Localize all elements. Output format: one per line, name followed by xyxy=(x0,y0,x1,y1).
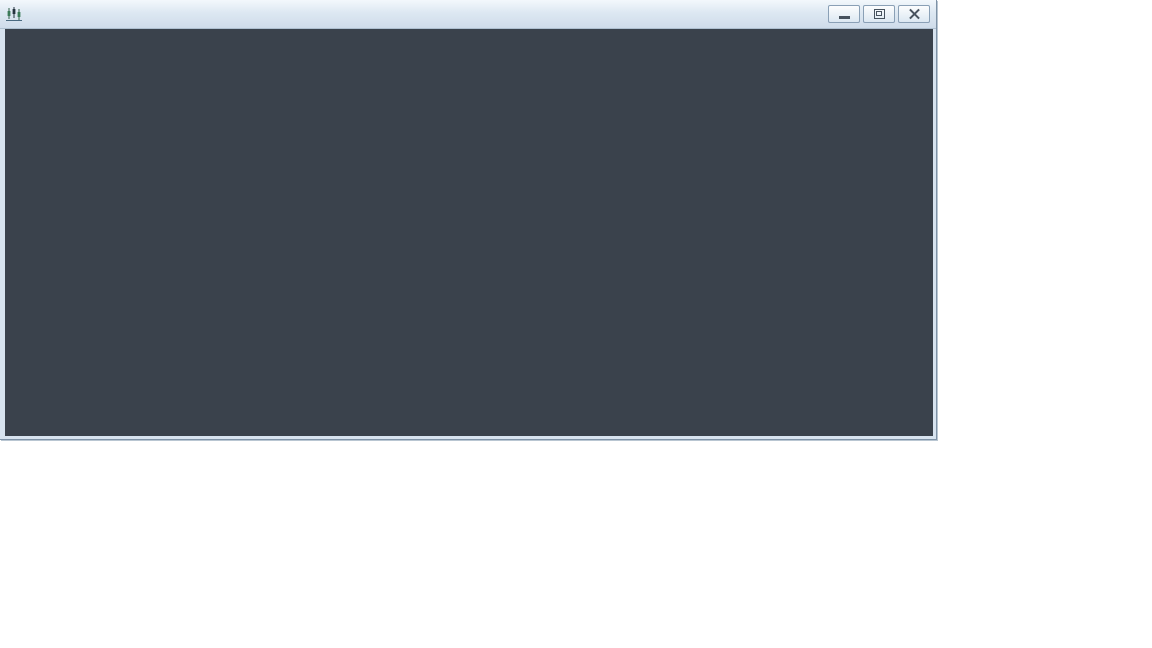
title-bar xyxy=(0,0,936,29)
minimize-button[interactable] xyxy=(828,5,860,23)
maximize-icon xyxy=(873,9,885,19)
candlestick-chart-icon xyxy=(4,5,24,23)
maximize-button[interactable] xyxy=(863,5,895,23)
close-icon xyxy=(909,9,920,19)
chart-window xyxy=(0,0,937,440)
minimize-icon xyxy=(838,16,850,19)
chart-canvas[interactable] xyxy=(5,29,933,436)
close-button[interactable] xyxy=(898,5,930,23)
window-controls xyxy=(828,5,930,23)
chart-client-area xyxy=(5,29,933,436)
desktop xyxy=(0,0,1152,648)
